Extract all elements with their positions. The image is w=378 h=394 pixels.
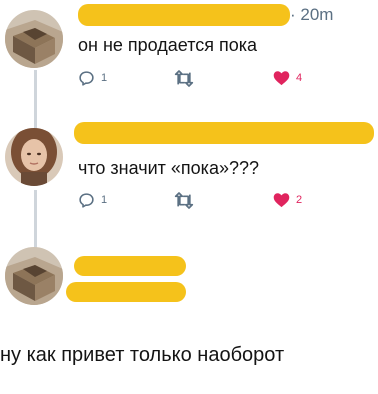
like-count: 2	[296, 194, 303, 206]
heart-icon	[273, 192, 290, 208]
tweet-text: что значит «пока»???	[78, 158, 260, 178]
tweet-text-redaction	[66, 282, 186, 302]
reply-count: 1	[101, 194, 108, 206]
username-redaction	[78, 4, 290, 26]
avatar[interactable]	[5, 10, 63, 68]
tweet-text: он не продается пока	[78, 35, 258, 55]
retweet-button[interactable]	[174, 191, 194, 209]
avatar[interactable]	[5, 128, 63, 186]
thread-line	[34, 70, 37, 128]
like-count: 4	[296, 72, 303, 84]
avatar[interactable]	[5, 247, 63, 305]
reply-icon	[78, 70, 95, 87]
retweet-button[interactable]	[174, 69, 194, 87]
like-button[interactable]: 4	[273, 69, 302, 87]
reply-button[interactable]: 1	[78, 69, 107, 87]
username-redaction	[74, 256, 186, 276]
caption-text: ну как привет только наоборот	[0, 344, 285, 366]
like-button[interactable]: 2	[273, 191, 302, 209]
reply-count: 1	[101, 72, 108, 84]
retweet-icon	[174, 191, 194, 209]
retweet-icon	[174, 69, 194, 87]
reply-button[interactable]: 1	[78, 191, 107, 209]
heart-icon	[273, 70, 290, 86]
username-redaction	[74, 122, 374, 144]
tweet-timestamp: · 20m	[290, 5, 334, 24]
reply-icon	[78, 192, 95, 209]
thread-line	[34, 190, 37, 248]
